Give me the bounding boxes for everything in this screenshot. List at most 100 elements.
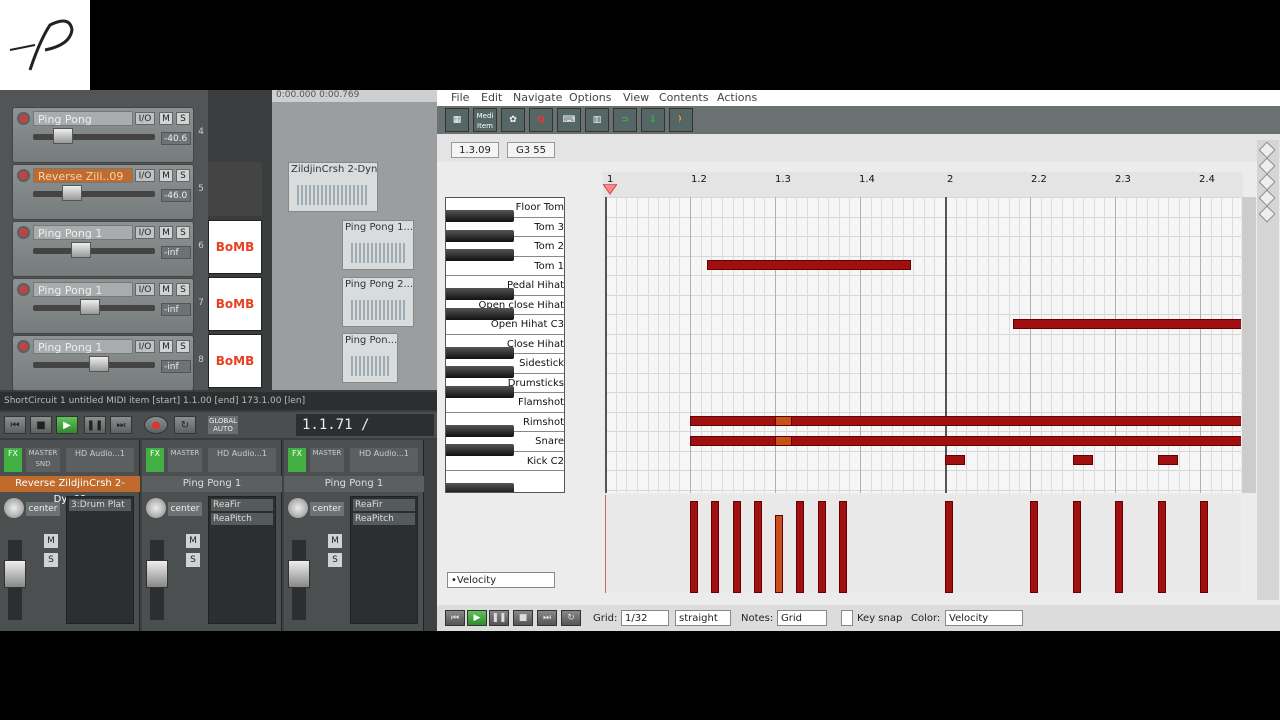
track-row[interactable]: Ping Pong I/O M S -40.6	[12, 107, 194, 163]
track-name[interactable]: Reverse Zili..09	[33, 168, 133, 183]
side-tool-icon[interactable]	[1258, 205, 1276, 223]
mute-button[interactable]: M	[159, 226, 173, 239]
editor-pause-button[interactable]: ❚❚	[489, 610, 509, 626]
record-arm-icon[interactable]	[17, 283, 30, 296]
fader-knob[interactable]	[89, 356, 109, 372]
track-row[interactable]: Reverse Zili..09 I/O M S -46.0	[12, 164, 194, 220]
input-fx-button[interactable]: HD Audio...1	[350, 448, 418, 472]
black-key[interactable]	[446, 385, 514, 398]
editor-repeat-button[interactable]: ↻	[561, 610, 581, 626]
midi-timeline[interactable]: 1 1.2 1.3 1.4 2 2.2 2.3 2.4	[603, 172, 1243, 198]
side-tool-icon[interactable]	[1258, 141, 1276, 159]
black-key[interactable]	[446, 366, 514, 378]
io-button[interactable]: I/O	[135, 340, 155, 353]
volume-fader[interactable]	[33, 191, 155, 197]
menu-edit[interactable]: Edit	[481, 90, 502, 106]
black-key[interactable]	[446, 424, 514, 437]
midi-note[interactable]	[775, 435, 792, 446]
mixer-fader-knob[interactable]	[288, 560, 310, 588]
midi-note[interactable]	[1157, 455, 1178, 465]
black-key[interactable]	[446, 249, 514, 261]
black-key[interactable]	[446, 444, 514, 456]
black-key[interactable]	[446, 483, 514, 492]
grid-select[interactable]: 1/32	[621, 610, 669, 626]
solo-button[interactable]: S	[176, 226, 190, 239]
pan-knob[interactable]	[146, 498, 166, 518]
midi-note[interactable]	[1013, 318, 1241, 329]
media-item[interactable]: Ping Pong 1...	[342, 220, 414, 270]
record-arm-icon[interactable]	[17, 226, 30, 239]
master-send-button[interactable]: MASTER	[310, 448, 344, 472]
media-item-button[interactable]: Medi Item	[473, 108, 497, 132]
side-tool-icon[interactable]	[1258, 189, 1276, 207]
velocity-bar[interactable]	[796, 501, 805, 593]
fx-slot[interactable]: ReaFir	[353, 499, 415, 511]
walk-icon[interactable]: 🚶	[669, 108, 693, 132]
menu-contents[interactable]: Contents	[659, 90, 708, 106]
midi-note[interactable]	[945, 455, 966, 465]
cc-lane-select[interactable]: •Velocity	[447, 572, 555, 588]
side-tool-icon[interactable]	[1258, 173, 1276, 191]
timeline-ruler[interactable]: 0:00.000 0:00.769	[272, 90, 437, 102]
black-key[interactable]	[446, 288, 514, 300]
mixer-mute-button[interactable]: M	[186, 534, 200, 548]
fx-slot[interactable]: 3:Drum Plat	[69, 499, 131, 511]
track-name[interactable]: Ping Pong	[33, 111, 133, 126]
record-button[interactable]: ●	[144, 416, 168, 434]
go-start-button[interactable]: ⏮	[4, 416, 26, 434]
fx-list[interactable]: ReaFir ReaPitch	[350, 496, 418, 624]
velocity-bar[interactable]	[1072, 501, 1081, 593]
notes-select[interactable]: Grid	[777, 610, 827, 626]
mute-button[interactable]: M	[159, 283, 173, 296]
velocity-bar[interactable]	[838, 501, 847, 593]
velocity-bar[interactable]	[690, 501, 698, 593]
fader-knob[interactable]	[80, 299, 100, 315]
io-button[interactable]: I/O	[135, 283, 155, 296]
grid-icon[interactable]: ▦	[445, 108, 469, 132]
fx-slot[interactable]: ReaFir	[211, 499, 273, 511]
fx-slot[interactable]: ReaPitch	[211, 513, 273, 525]
volume-fader[interactable]	[33, 134, 155, 140]
volume-fader[interactable]	[33, 248, 155, 254]
mixer-solo-button[interactable]: S	[186, 553, 200, 567]
menu-file[interactable]: File	[451, 90, 469, 106]
track-row[interactable]: Ping Pong 1 I/O M S -inf	[12, 278, 194, 334]
mixer-mute-button[interactable]: M	[328, 534, 342, 548]
track-name[interactable]: Ping Pong 1	[33, 339, 133, 354]
input-fx-button[interactable]: HD Audio...1	[66, 448, 134, 472]
input-fx-button[interactable]: HD Audio...1	[208, 448, 276, 472]
io-button[interactable]: I/O	[135, 226, 155, 239]
master-send-button[interactable]: MASTER SND	[26, 448, 60, 472]
fx-slot[interactable]: ReaPitch	[353, 513, 415, 525]
menu-navigate[interactable]: Navigate	[513, 90, 562, 106]
mixer-solo-button[interactable]: S	[328, 553, 342, 567]
bar-marker[interactable]: 2.2	[1031, 174, 1047, 185]
track-name[interactable]: Ping Pong 1	[33, 282, 133, 297]
mixer-track-name[interactable]: Reverse ZildjinCrsh 2-Dyn09	[0, 476, 140, 505]
stop-button[interactable]: ■	[30, 416, 52, 434]
bar-marker[interactable]: 1.3	[775, 174, 791, 185]
editor-go-start-button[interactable]: ⏮	[445, 610, 465, 626]
media-item[interactable]: Ping Pon...	[342, 333, 398, 383]
midi-note[interactable]	[690, 435, 1241, 446]
record-arm-icon[interactable]	[17, 169, 30, 182]
play-button[interactable]: ▶	[56, 416, 78, 434]
mute-button[interactable]: M	[159, 169, 173, 182]
vertical-scrollbar[interactable]	[1242, 197, 1256, 493]
menu-options[interactable]: Options	[569, 90, 611, 106]
mixer-fader-knob[interactable]	[4, 560, 26, 588]
black-key[interactable]	[446, 210, 514, 222]
menu-actions[interactable]: Actions	[717, 90, 757, 106]
editor-go-end-button[interactable]: ⏭	[537, 610, 557, 626]
track-row[interactable]: Ping Pong 1 I/O M S -inf	[12, 221, 194, 277]
editor-stop-button[interactable]: ■	[513, 610, 533, 626]
midi-note[interactable]	[1072, 455, 1093, 465]
mute-button[interactable]: M	[159, 112, 173, 125]
side-tool-icon[interactable]	[1258, 157, 1276, 175]
midi-note[interactable]	[690, 416, 1241, 426]
menu-view[interactable]: View	[623, 90, 649, 106]
mixer-track-name[interactable]: Ping Pong 1	[142, 476, 282, 492]
bar-marker[interactable]: 2.4	[1199, 174, 1215, 185]
black-key[interactable]	[446, 307, 514, 320]
io-button[interactable]: I/O	[135, 169, 155, 182]
